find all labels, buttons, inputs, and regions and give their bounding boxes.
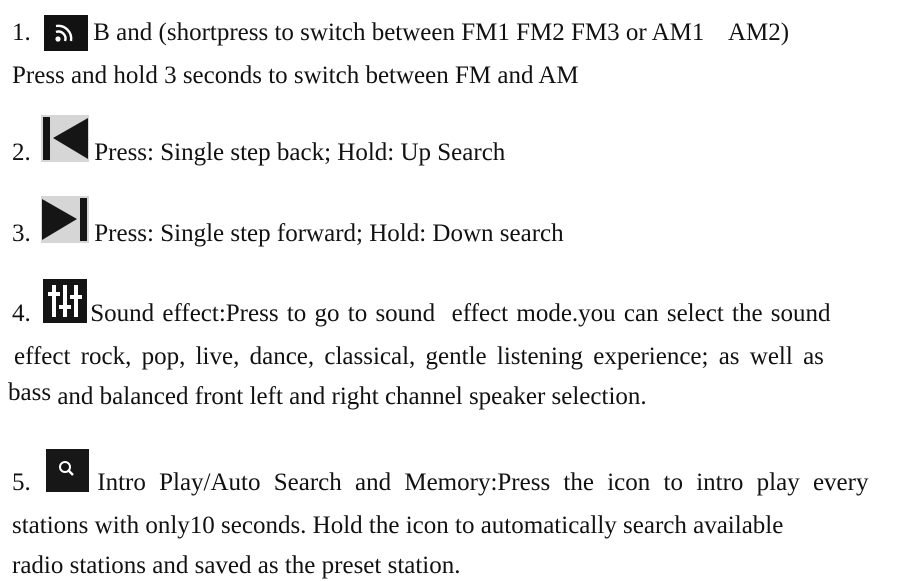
item-1-number: 1. — [12, 19, 31, 46]
skip-forward-icon — [41, 196, 89, 243]
item-4-line-3: bass and balanced front left and right c… — [8, 379, 647, 412]
item-4-line-1: 4. Sound effect:Press to go to sound eff… — [12, 299, 898, 329]
equalizer-icon — [43, 279, 87, 323]
item-2-number: 2. — [12, 139, 31, 166]
item-1-line-1: 1. B and (shortpress to switch between F… — [12, 18, 896, 48]
item-4-line-3-text: and balanced front left and right channe… — [57, 383, 647, 410]
search-icon — [46, 449, 89, 492]
item-2-text: Press: Single step back; Hold: Up Search — [94, 139, 506, 166]
item-5-line-2: stations with only10 seconds. Hold the i… — [12, 512, 784, 539]
item-3-line-1: 3. Press: Single step forward; Hold: Dow… — [12, 219, 564, 249]
skip-back-icon — [41, 115, 89, 162]
rss-icon — [44, 15, 88, 51]
item-1-line-2: Press and hold 3 seconds to switch betwe… — [12, 62, 579, 89]
item-4-line-2-text: effect rock, pop, live, dance, classical… — [14, 343, 824, 370]
item-4-line-3-prefix: bass — [8, 379, 52, 406]
item-4-line-2: effect rock, pop, live, dance, classical… — [14, 342, 888, 372]
item-5-line-3: radio stations and saved as the preset s… — [12, 552, 461, 579]
item-5-number: 5. — [12, 469, 31, 496]
item-5-line-1: 5. Intro Play/Auto Search and Memory:Pre… — [12, 468, 900, 498]
item-3-number: 3. — [12, 220, 31, 247]
item-4-number: 4. — [12, 300, 31, 327]
item-5-text: Intro Play/Auto Search and Memory:Press … — [97, 469, 869, 496]
item-4-text: Sound effect:Press to go to sound effect… — [90, 300, 831, 327]
item-1-text: B and (shortpress to switch between FM1 … — [93, 19, 790, 46]
item-3-text: Press: Single step forward; Hold: Down s… — [94, 220, 564, 247]
